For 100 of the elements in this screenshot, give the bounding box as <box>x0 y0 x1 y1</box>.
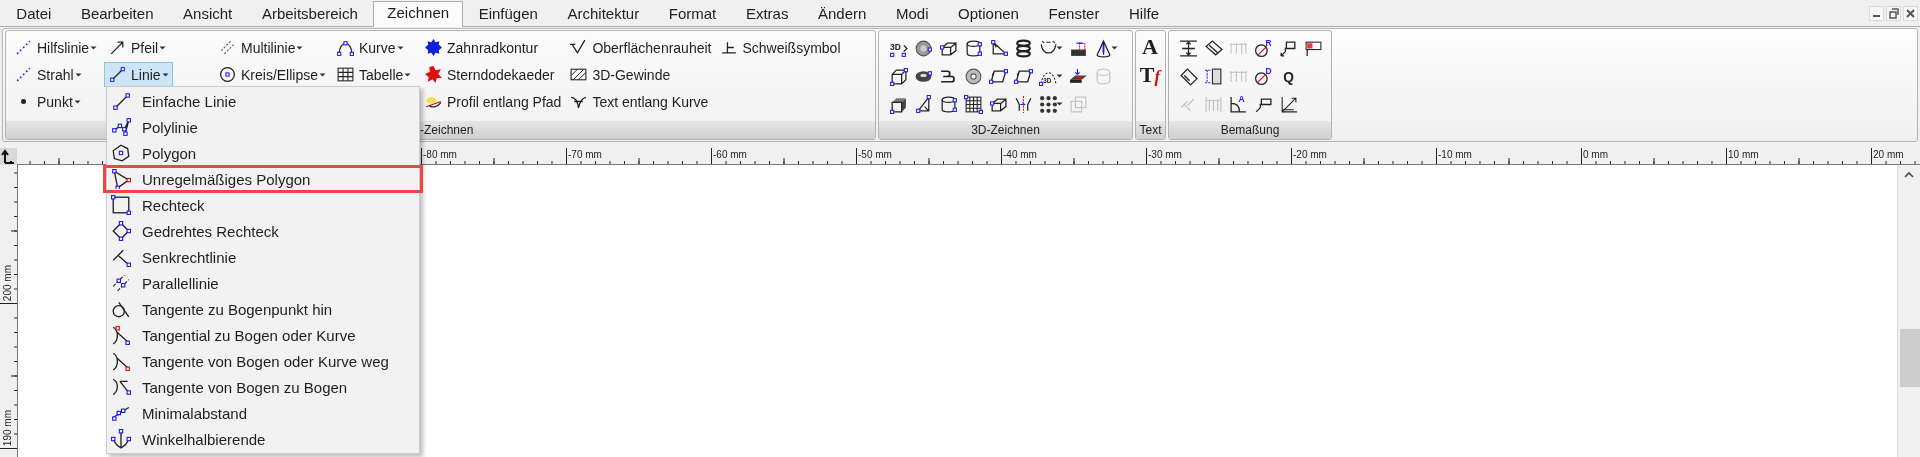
text-style-icon[interactable]: Tf <box>1139 63 1161 89</box>
origin-icon[interactable] <box>0 148 17 165</box>
ribbon-command[interactable]: Oberflächenrauheit <box>565 35 716 60</box>
plate-icon <box>1069 66 1088 86</box>
parallelogram-icon <box>989 66 1008 86</box>
menu-tab[interactable]: Ansicht <box>168 2 247 26</box>
close-icon[interactable] <box>1903 5 1918 21</box>
vertical-scrollbar[interactable] <box>1897 165 1920 457</box>
corner-dimension-icon <box>1279 94 1298 114</box>
menu-tab[interactable]: Fenster <box>1034 2 1114 26</box>
triangle-icon <box>989 38 1008 58</box>
diagonal-dimension-icon <box>1204 38 1223 58</box>
tool-button[interactable]: R <box>1252 37 1275 59</box>
menu-item[interactable]: Parallellinie <box>107 270 419 296</box>
caret-icon <box>319 72 327 77</box>
ribbon-command[interactable]: Hilfslinie <box>10 35 102 60</box>
ribbon-command[interactable]: Kurve <box>332 35 408 60</box>
ring-icon <box>964 66 983 86</box>
menu-tab[interactable]: Extras <box>731 2 803 26</box>
ribbon-command[interactable]: Zahnradkontur <box>420 35 543 60</box>
tool-button[interactable] <box>962 65 985 87</box>
menu-tab[interactable]: Ändern <box>803 2 881 26</box>
text-icon[interactable]: A <box>1139 35 1161 59</box>
ribbon-command[interactable]: Kreis/Ellipse <box>214 62 331 87</box>
tool-button[interactable] <box>1202 65 1225 87</box>
ribbon-command[interactable]: Text entlang Kurve <box>565 89 713 114</box>
line-icon <box>108 65 127 84</box>
double-line-icon <box>218 38 237 57</box>
menu-item[interactable]: Unregelmäßiges Polygon <box>104 166 422 192</box>
caret-icon <box>1056 74 1063 78</box>
menu-tab[interactable]: Arbeitsbereich <box>247 2 373 26</box>
caret-icon <box>74 72 82 77</box>
menu-item[interactable]: Winkelhalbierende <box>107 426 419 452</box>
menu-tab[interactable]: Zeichnen <box>373 1 464 27</box>
minimize-icon[interactable] <box>1869 5 1884 21</box>
ribbon-command[interactable]: Sterndodekaeder <box>420 62 559 87</box>
menu-item[interactable]: Rechteck <box>107 192 419 218</box>
cylinder-icon <box>939 94 958 114</box>
tool-button[interactable] <box>962 93 985 115</box>
scrollbar-thumb[interactable] <box>1900 329 1920 387</box>
ribbon-command[interactable]: Multilinie <box>214 35 308 60</box>
menu-item[interactable]: Tangente von Bogen zu Bogen <box>107 374 419 400</box>
tool-button[interactable]: Q <box>1277 65 1300 87</box>
tool-button[interactable] <box>887 65 910 87</box>
ruler-label: -10 mm <box>1438 149 1472 160</box>
scroll-up-icon[interactable] <box>1904 171 1914 178</box>
ruler-label: -30 mm <box>1148 149 1182 160</box>
dotted-line-icon <box>14 38 33 57</box>
ribbon-command[interactable]: Linie <box>104 62 173 87</box>
tool-button[interactable]: 3D <box>887 37 910 59</box>
wedge-icon <box>914 94 933 114</box>
menu-tab[interactable]: Hilfe <box>1114 2 1174 26</box>
menu-item[interactable]: Tangente zu Bogenpunkt hin <box>107 296 419 322</box>
menu-tab[interactable]: Architektur <box>553 2 654 26</box>
bisector-icon <box>111 429 131 449</box>
tool-button[interactable] <box>912 37 935 59</box>
triangle-icon <box>111 169 131 189</box>
cross-dimension-icon <box>1179 38 1198 58</box>
ribbon-command[interactable]: Punkt <box>10 89 85 114</box>
tool-button[interactable] <box>1202 37 1225 59</box>
tool-button[interactable]: D <box>1252 65 1275 87</box>
menu-tab[interactable]: Optionen <box>943 2 1034 26</box>
tangent-icon <box>111 299 131 319</box>
star-icon <box>424 65 443 84</box>
diamond-icon <box>111 221 131 241</box>
ribbon-command[interactable]: Schweißsymbol <box>715 35 845 60</box>
menu-item[interactable]: Tangential zu Bogen oder Kurve <box>107 322 419 348</box>
tool-button[interactable]: A <box>1227 93 1250 115</box>
caret-icon <box>159 45 167 50</box>
menu-item[interactable]: Senkrechtlinie <box>107 244 419 270</box>
ribbon-command[interactable]: Tabelle <box>332 62 416 87</box>
caret-icon <box>1056 46 1063 50</box>
tool-button[interactable] <box>1177 65 1200 87</box>
tool-button[interactable] <box>1177 37 1200 59</box>
caret-icon <box>404 72 412 77</box>
ruler-label: 190 mm <box>2 410 13 447</box>
menu-item[interactable]: Polygon <box>107 140 419 166</box>
menu-item[interactable]: Gedrehtes Rechteck <box>107 218 419 244</box>
caret-icon <box>1111 46 1118 50</box>
ribbon-command[interactable]: 3D-Gewinde <box>565 62 675 87</box>
ruler-label: -50 mm <box>858 149 892 160</box>
tool-button[interactable] <box>1037 93 1065 115</box>
menu-tab[interactable]: Format <box>654 2 731 26</box>
group-label: Text <box>1136 121 1165 139</box>
cylinder-icon <box>964 38 983 58</box>
rectangle-icon <box>111 195 131 215</box>
menu-item[interactable]: Einfache Linie <box>107 88 419 114</box>
polygon-icon <box>111 143 131 163</box>
restore-icon[interactable] <box>1886 5 1901 21</box>
ribbon-command[interactable]: Profil entlang Pfad <box>420 89 566 114</box>
ruler-label: -20 mm <box>1293 149 1327 160</box>
menu-tab[interactable]: Datei <box>2 2 66 26</box>
menu-tab[interactable]: Bearbeiten <box>66 2 168 26</box>
table-icon <box>336 65 355 84</box>
menu-tab[interactable]: Einfügen <box>464 2 553 26</box>
menu-tab[interactable]: Modi <box>881 2 943 26</box>
menu-item[interactable]: Tangente von Bogen oder Kurve weg <box>107 348 419 374</box>
ribbon-command[interactable]: Pfeil <box>104 35 171 60</box>
menu-item[interactable]: Minimalabstand <box>107 400 419 426</box>
ribbon-command[interactable]: Strahl <box>10 62 86 87</box>
